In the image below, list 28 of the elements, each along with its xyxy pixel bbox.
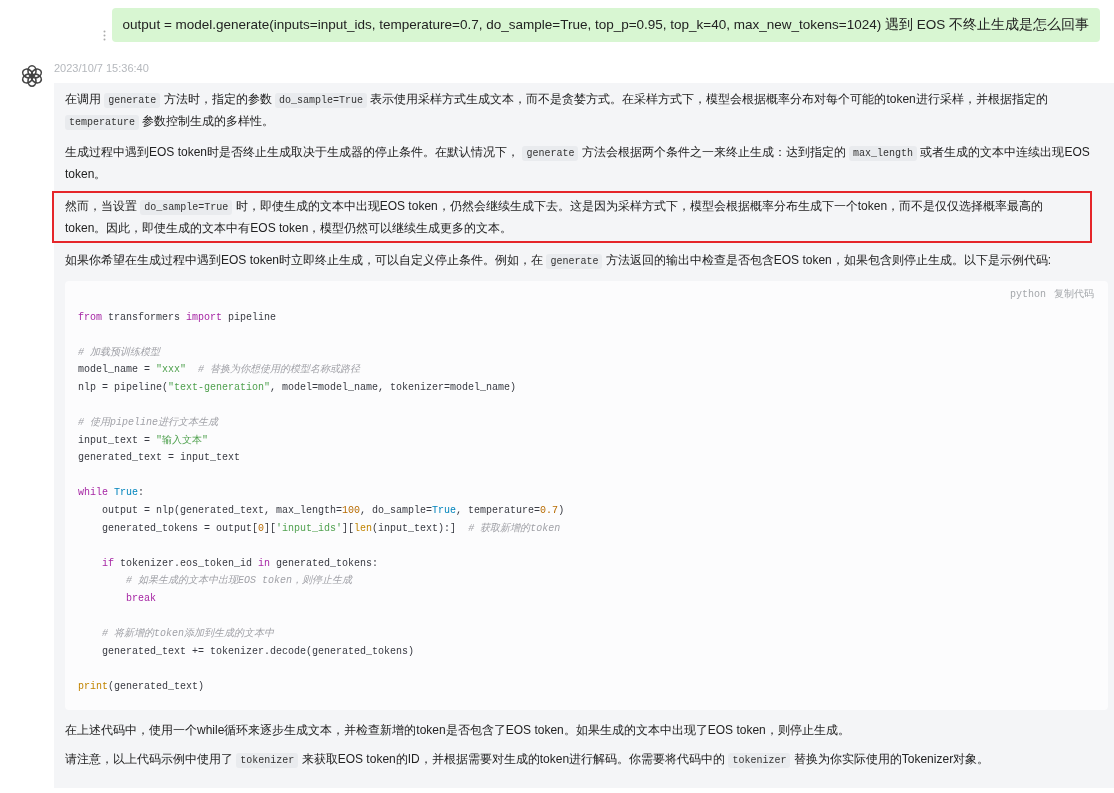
code-line: # 如果生成的文本中出现EOS token，则停止生成 [126, 575, 352, 587]
code-line: generated_text += tokenizer.decode(generated_tokens) [102, 645, 415, 657]
paragraph: 在上述代码中，使用一个while循环来逐步生成文本，并检查新增的token是否包含了EOS token。如果生成的文本中出现了EOS token，则停止生成。 [65, 721, 851, 739]
paragraph: 请注意，以上代码示例中使用了 tokenizer 来获取EOS token的ID，并根据需要对生成的token进行解码。你需要将代码中的 tokenizer 替换为你实际使用的Tokenizer对象。 [65, 750, 991, 770]
paragraph: 生成过程中遇到EOS token时是否终止生成取决于生成器的停止条件。在默认情况下， generate 方法会根据两个条件之一来终止生成：达到指定的 max_length 或者生成的文本中连续出现EOS token。 [65, 143, 1091, 183]
code-line: # 使用pipeline进行文本生成 [78, 417, 218, 429]
code-line: model_name = "xxx" # 替换为你想使用的模型名称或路径 [78, 364, 361, 376]
paragraph: 如果你希望在生成过程中遇到EOS token时立即终止生成，可以自定义停止条件。例如，在 generate 方法返回的输出中检查是否包含EOS token，如果包含则停止生成。以下是示例代码: [65, 251, 1053, 271]
code-line: input_text = "输入文本" [78, 434, 209, 446]
language-label: python [1010, 287, 1046, 302]
code-line: if tokenizer.eos_token_id in generated_tokens: [102, 557, 379, 569]
knot-icon [20, 64, 44, 88]
code-line: from transformers import pipeline [78, 311, 277, 323]
more-icon[interactable] [102, 30, 106, 41]
highlighted-paragraph: 然而，当设置 do_sample=True 时，即使生成的文本中出现EOS token，仍然会继续生成下去。这是因为采样方式下，模型会根据概率分布生成下一个token，而不是仅仅选择概率最高的token。因此，即使生成的文本中有EOS token，模型仍然可以继续生成更多的文本。 [54, 192, 1090, 241]
code-line: output = nlp(generated_text, max_length=100, do_sample=True, temperature=0.7) [102, 505, 565, 517]
code-line: # 加载预训练模型 [78, 346, 160, 358]
code-line: generated_tokens = output[0]['input_ids'][len(input_text):] # 获取新增的token [102, 522, 561, 534]
code-line: print(generated_text) [78, 680, 205, 692]
copy-button[interactable]: 复制代码 [1054, 286, 1094, 302]
code-line: break [126, 593, 156, 604]
user-message: output = model.generate(inputs=input_ids, temperature=0.7, do_sample=True, top_p=0.95, top_k=40, max_new_tokens=1024) 遇到 EOS 不终止生成是怎么回事 [111, 8, 1100, 42]
code-line: nlp = pipeline("text-generation", model=model_name, tokenizer=model_name) [78, 381, 517, 393]
code-line: generated_text = input_text [78, 452, 241, 464]
paragraph: 在调用 generate 方法时，指定的参数 do_sample=True 表示使用采样方式生成文本，而不是贪婪方式。在采样方式下，模型会根据概率分布对每个可能的token进行采样，并根据指定的 temperature 参数控制生成的多样性。 [65, 90, 1049, 132]
timestamp: 2023/10/7 15:36:40 [54, 61, 149, 76]
code-line: while True: [78, 487, 145, 499]
code-line: # 将新增的token添加到生成的文本中 [102, 628, 274, 640]
